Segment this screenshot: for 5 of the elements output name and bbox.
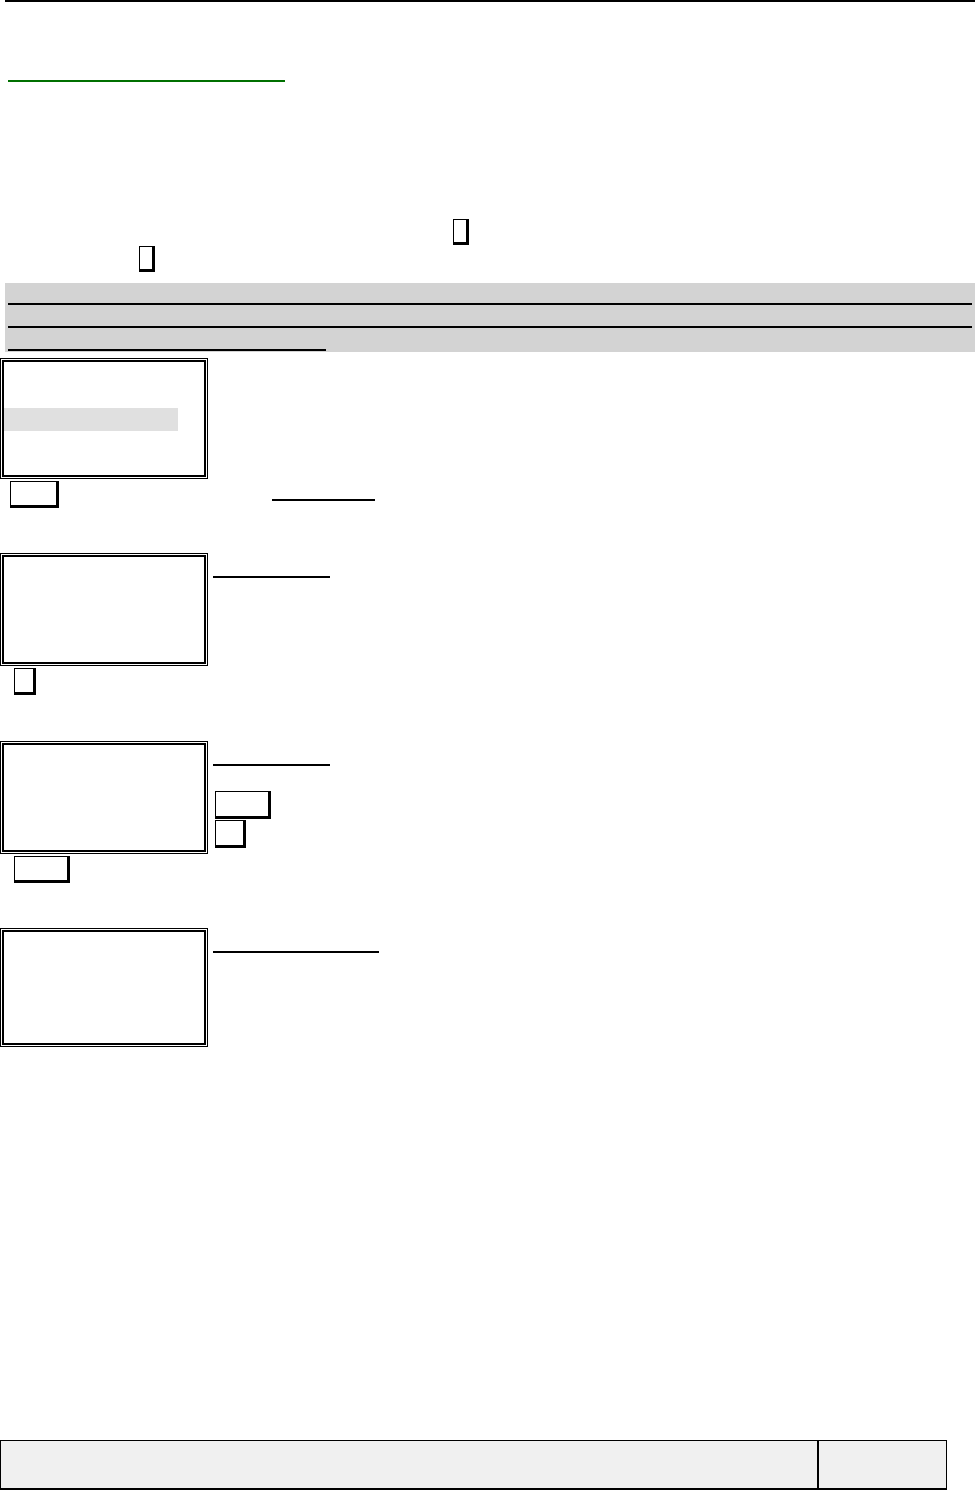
key-icon xyxy=(14,668,36,695)
key-icon xyxy=(14,856,70,883)
key-icon xyxy=(139,246,155,272)
key-icon xyxy=(453,219,469,245)
key-icon xyxy=(10,481,59,508)
